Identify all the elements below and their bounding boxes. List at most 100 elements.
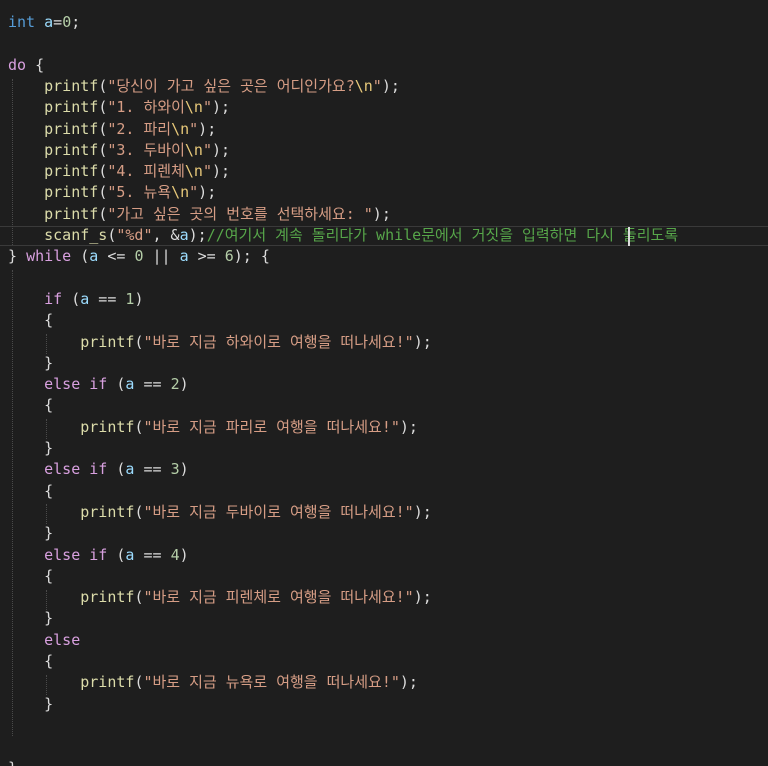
code-line[interactable]: } while (a <= 0 || a >= 6); {: [8, 246, 270, 267]
code-token: \n: [171, 183, 190, 202]
code-line[interactable]: {: [8, 310, 53, 331]
code-token: <=: [98, 247, 135, 266]
code-token: else: [44, 630, 81, 649]
code-line[interactable]: printf("바로 지금 뉴욕로 여행을 떠나세요!");: [8, 672, 418, 693]
code-token: );: [399, 417, 418, 436]
code-token: \n: [184, 98, 203, 117]
code-token: "2. 파리: [107, 119, 172, 138]
code-token: (: [62, 289, 81, 308]
code-line[interactable]: printf("5. 뉴욕\n");: [8, 182, 216, 203]
code-line[interactable]: {: [8, 566, 53, 587]
code-token: );: [198, 183, 217, 202]
code-token: a: [179, 247, 189, 266]
code-line[interactable]: scanf_s("%d", &a);//여기서 계속 돌리다가 while문에서…: [8, 225, 678, 246]
code-token: if: [44, 289, 63, 308]
code-line[interactable]: }: [8, 438, 53, 459]
code-token: );: [188, 226, 207, 244]
code-editor[interactable]: int a=0; do { printf("당신이 가고 싶은 곳은 어디인가요?…: [0, 0, 768, 766]
code-line[interactable]: else if (a == 2): [8, 374, 189, 395]
code-token: "바로 지금 뉴욕로 여행을 떠나세요!": [143, 673, 400, 692]
code-token: ): [179, 375, 189, 394]
code-token: ": [202, 140, 212, 159]
code-token: "%d": [116, 226, 153, 244]
code-token: printf: [80, 332, 135, 351]
code-line[interactable]: printf("3. 두바이\n");: [8, 140, 230, 161]
code-line[interactable]: do {: [8, 55, 44, 76]
code-token: ==: [134, 545, 171, 564]
code-token: //여기서 계속 돌리다가 while문에서 거짓을 입력하면 다시 돌리도록: [206, 226, 679, 244]
code-token: (: [98, 119, 108, 138]
code-line[interactable]: printf("4. 피렌체\n");: [8, 161, 230, 182]
code-token: ;: [71, 13, 81, 31]
code-token: {: [8, 396, 54, 415]
code-line[interactable]: printf("1. 하와이\n");: [8, 97, 230, 118]
code-token: "가고 싶은 곳의 번호를 선택하세요: ": [107, 204, 373, 223]
code-token: 4: [170, 545, 180, 564]
code-token: "바로 지금 파리로 여행을 떠나세요!": [143, 417, 400, 436]
code-line[interactable]: }: [8, 523, 53, 544]
code-token: else if: [44, 545, 108, 564]
code-line[interactable]: printf("바로 지금 파리로 여행을 떠나세요!");: [8, 417, 418, 438]
code-token: else if: [44, 375, 108, 394]
code-token: );: [211, 98, 231, 117]
code-token: (: [98, 183, 108, 202]
code-line[interactable]: if (a == 1): [8, 289, 143, 310]
code-line[interactable]: {: [8, 651, 53, 672]
code-token: while: [26, 247, 72, 266]
code-token: (: [98, 204, 108, 223]
code-token: (: [107, 375, 126, 394]
code-line[interactable]: }: [8, 694, 53, 715]
code-token: (: [98, 98, 108, 117]
code-token: printf: [44, 204, 99, 223]
code-token: (: [98, 140, 108, 159]
code-token: }: [8, 609, 54, 628]
code-token: "1. 하와이: [107, 98, 185, 117]
code-token: ==: [89, 289, 126, 308]
code-line[interactable]: {: [8, 395, 53, 416]
code-token: }: [8, 353, 54, 372]
code-token: int: [8, 13, 36, 31]
code-line[interactable]: printf("당신이 가고 싶은 곳은 어디인가요?\n");: [8, 76, 400, 97]
code-line[interactable]: int a=0;: [8, 12, 80, 33]
code-line[interactable]: printf("가고 싶은 곳의 번호를 선택하세요: ");: [8, 204, 391, 225]
code-line[interactable]: printf("바로 지금 하와이로 여행을 떠나세요!");: [8, 332, 432, 353]
code-line[interactable]: }: [8, 758, 17, 766]
code-line[interactable]: else if (a == 3): [8, 459, 189, 480]
code-token: {: [26, 55, 45, 74]
code-token: =: [53, 13, 63, 31]
code-line[interactable]: }: [8, 353, 53, 374]
code-token: {: [8, 311, 54, 330]
code-token: );: [381, 76, 400, 95]
code-line[interactable]: printf("2. 파리\n");: [8, 119, 216, 140]
text-cursor: [628, 227, 630, 246]
code-token: printf: [80, 417, 135, 436]
code-line[interactable]: printf("바로 지금 피렌체로 여행을 떠나세요!");: [8, 587, 432, 608]
code-token: ): [179, 545, 189, 564]
code-token: {: [8, 481, 54, 500]
code-line[interactable]: else if (a == 4): [8, 545, 189, 566]
code-token: );: [413, 588, 432, 607]
code-line[interactable]: {: [8, 481, 53, 502]
code-token: "바로 지금 하와이로 여행을 떠나세요!": [143, 332, 414, 351]
code-token: );: [211, 140, 231, 159]
code-token: \n: [171, 119, 190, 138]
code-token: }: [8, 247, 27, 266]
code-token: a: [80, 289, 90, 308]
code-token: \n: [354, 76, 373, 95]
code-token: printf: [80, 502, 135, 521]
code-token: (: [98, 162, 108, 181]
code-line[interactable]: }: [8, 608, 53, 629]
code-line[interactable]: else: [8, 630, 80, 651]
code-line[interactable]: printf("바로 지금 두바이로 여행을 떠나세요!");: [8, 502, 432, 523]
code-token: );: [372, 204, 391, 223]
code-token: "당신이 가고 싶은 곳은 어디인가요?: [107, 76, 355, 95]
